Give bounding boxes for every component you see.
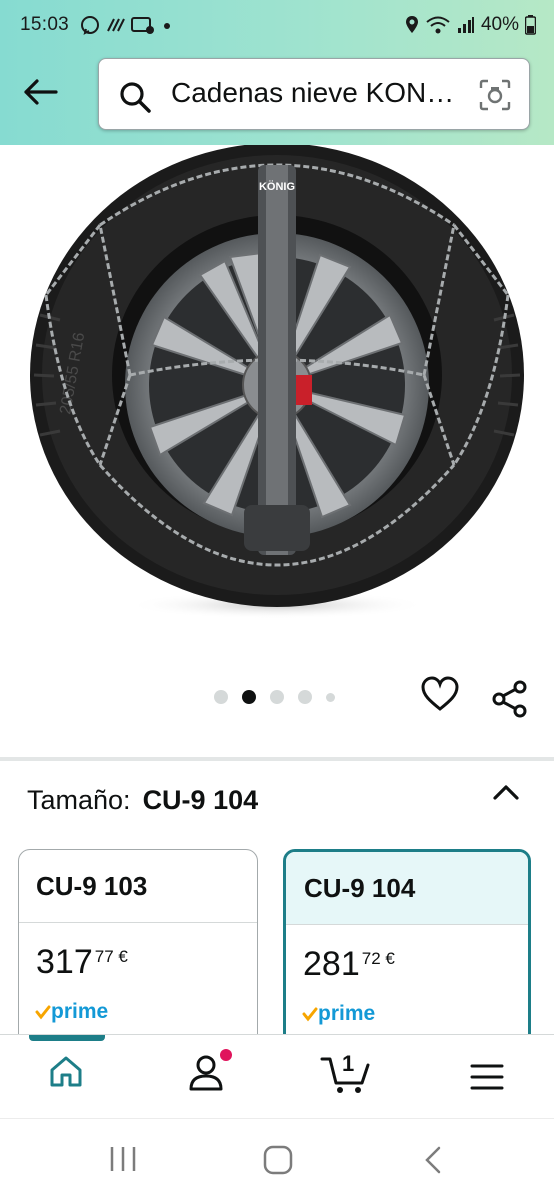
search-icon [120, 82, 151, 113]
carousel-dots [214, 690, 335, 704]
battery-percent: 40% [480, 14, 519, 35]
back-system-icon[interactable] [422, 1145, 444, 1175]
home-icon [50, 1056, 82, 1087]
search-bar[interactable]: Cadenas nieve KONIG CU-9 104 [98, 58, 530, 130]
price-whole: 281 [303, 945, 360, 983]
price-cents: 77 € [94, 947, 128, 966]
carousel-dot[interactable] [326, 692, 335, 702]
search-input[interactable]: Cadenas nieve KONIG CU-9 104 [171, 77, 461, 109]
carousel-dot-active[interactable] [242, 690, 256, 704]
bottom-navigation: 1 [0, 1034, 554, 1119]
notification-dot [220, 1049, 232, 1061]
size-option-card-selected[interactable]: CU-9 104 281 72 € prime [283, 849, 531, 1049]
notification-icons [80, 14, 180, 42]
system-navigation-bar [0, 1118, 554, 1201]
share-icon[interactable] [490, 680, 530, 718]
nav-active-indicator [29, 1035, 105, 1041]
carousel-dot[interactable] [270, 690, 284, 704]
person-icon [189, 1055, 223, 1091]
recent-apps-icon[interactable] [108, 1145, 138, 1173]
nav-menu[interactable] [470, 1063, 504, 1096]
section-divider [0, 757, 554, 761]
size-selector-header: Tamaño: CU-9 104 [27, 785, 258, 816]
battery-icon [525, 15, 536, 35]
product-image[interactable]: 205/55 R16 KÖNIG [0, 145, 554, 635]
chevron-up-icon[interactable] [490, 778, 522, 806]
size-option-price: 281 72 € [286, 925, 528, 984]
signal-icon [457, 17, 474, 33]
price-whole: 317 [36, 943, 93, 981]
status-right: 40% [405, 14, 536, 36]
prime-badge: prime [35, 1000, 108, 1024]
home-system-icon[interactable] [263, 1145, 293, 1175]
camera-search-icon[interactable] [479, 79, 511, 111]
nav-cart[interactable]: 1 [320, 1049, 372, 1100]
size-label: Tamaño: [27, 785, 131, 815]
menu-icon [470, 1064, 504, 1090]
price-cents: 72 € [361, 949, 395, 968]
nav-home[interactable] [48, 1053, 84, 1094]
size-selected-value: CU-9 104 [142, 785, 259, 815]
prime-badge: prime [302, 1002, 375, 1026]
carousel-dot[interactable] [214, 690, 228, 704]
cart-count: 1 [342, 1051, 355, 1076]
check-icon [35, 1005, 51, 1020]
nav-account[interactable] [188, 1053, 224, 1098]
wifi-icon [426, 16, 450, 34]
size-option-price: 317 77 € [19, 923, 257, 982]
heart-icon[interactable] [420, 676, 460, 712]
status-time: 15:03 [20, 14, 70, 35]
size-option-name: CU-9 103 [19, 850, 257, 923]
size-option-card[interactable]: CU-9 103 317 77 € prime [18, 849, 258, 1049]
konig-logo-text: KÖNIG [259, 180, 295, 193]
location-icon [405, 16, 418, 33]
status-bar: 15:03 40% [0, 0, 554, 52]
check-icon [302, 1007, 318, 1022]
back-button[interactable] [18, 72, 62, 112]
header: 15:03 40% Cadenas nieve KONIG [0, 0, 554, 145]
carousel-dot[interactable] [298, 690, 312, 704]
size-option-name: CU-9 104 [286, 852, 528, 925]
arrow-left-icon [24, 79, 58, 105]
